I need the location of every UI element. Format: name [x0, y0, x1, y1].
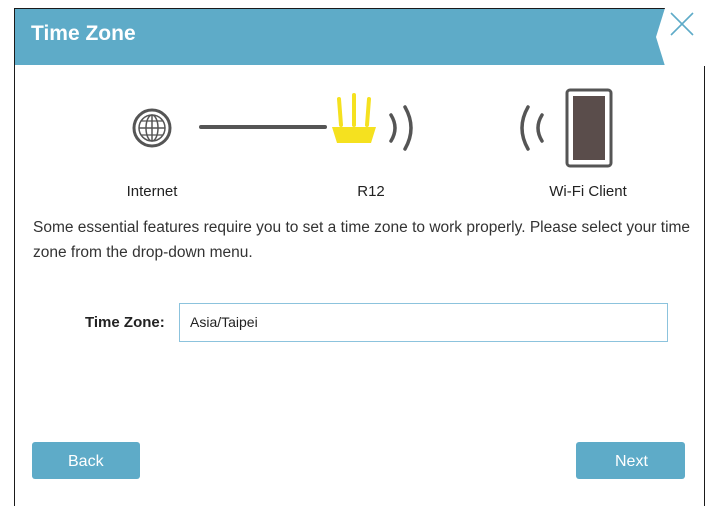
dialog-title: Time Zone — [31, 22, 136, 45]
next-button[interactable]: Next — [576, 442, 685, 479]
network-topology: Internet R12 Wi-Fi Client — [15, 85, 704, 205]
globe-icon — [132, 108, 172, 148]
wizard-dialog: Time Zone Internet R12 Wi-Fi Client Some… — [14, 8, 705, 506]
node-label-client: Wi-Fi Client — [549, 183, 627, 200]
description-text: Some essential features require you to s… — [33, 219, 691, 261]
timezone-select[interactable]: Asia/Taipei — [179, 303, 668, 342]
tablet-icon — [565, 88, 613, 168]
router-icon — [332, 93, 376, 143]
close-icon[interactable] — [643, 8, 705, 66]
node-label-internet: Internet — [126, 183, 178, 200]
dialog-header: Time Zone — [15, 8, 705, 66]
timezone-label: Time Zone: — [85, 314, 165, 331]
node-label-router: R12 — [357, 183, 385, 200]
wifi-signal-icon — [389, 105, 413, 151]
wifi-signal-icon — [520, 105, 544, 151]
back-button[interactable]: Back — [32, 442, 140, 479]
